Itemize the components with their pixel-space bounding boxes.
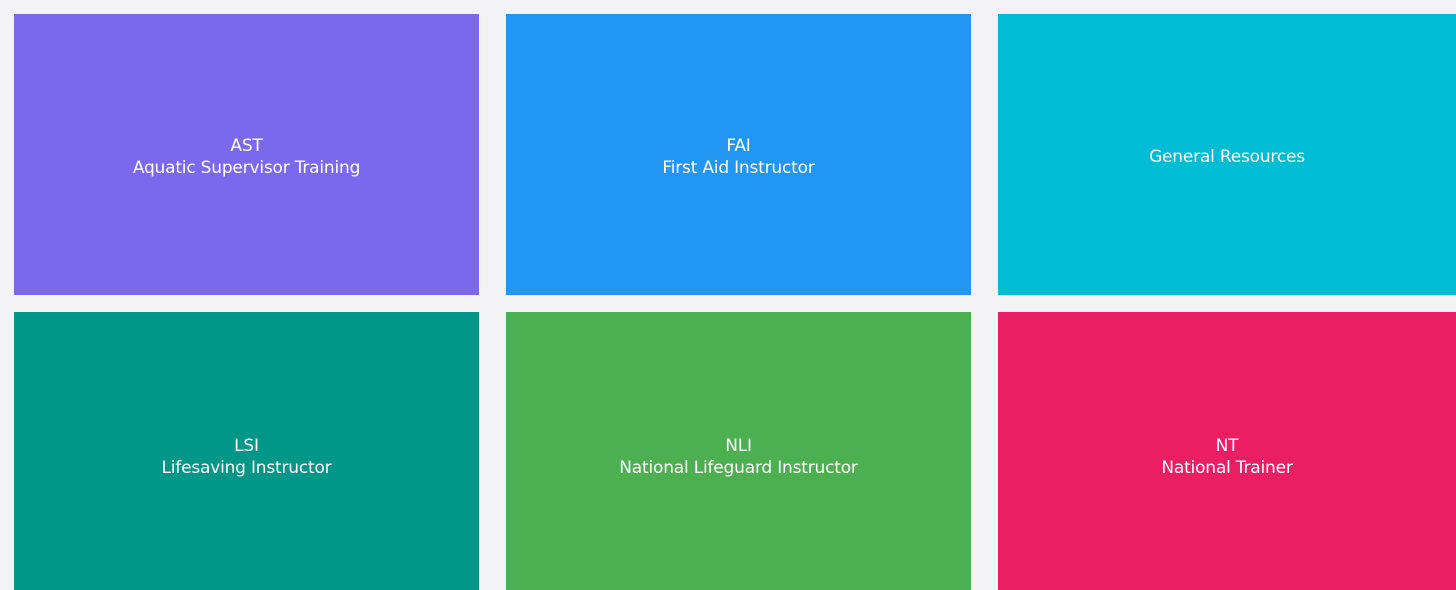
tile-code: FAI (726, 135, 751, 156)
tile-title: National Trainer (1161, 458, 1293, 478)
tile-nli[interactable]: NLI National Lifeguard Instructor (506, 312, 971, 590)
tile-ast[interactable]: AST Aquatic Supervisor Training (14, 14, 479, 295)
tile-title: National Lifeguard Instructor (619, 458, 858, 478)
tile-text: AST Aquatic Supervisor Training (132, 135, 361, 179)
tile-lsi[interactable]: LSI Lifesaving Instructor (14, 312, 479, 590)
tile-title: General Resources (1149, 146, 1305, 167)
tile-title: First Aid Instructor (662, 157, 815, 178)
tile-code: AST (230, 135, 263, 156)
resource-tile-grid: AST Aquatic Supervisor Training FAI Firs… (0, 0, 1456, 590)
tile-fai[interactable]: FAI First Aid Instructor (506, 14, 971, 295)
tile-title: Aquatic Supervisor Training (132, 157, 361, 178)
tile-code: NT (1215, 436, 1239, 456)
tile-text: General Resources (1149, 146, 1305, 168)
tile-code: NLI (725, 436, 752, 456)
tile-text: LSI Lifesaving Instructor (162, 435, 332, 479)
tile-text: NLI National Lifeguard Instructor (619, 435, 858, 479)
tile-code: LSI (234, 436, 259, 456)
tile-title: Lifesaving Instructor (161, 458, 332, 478)
tile-nt[interactable]: NT National Trainer (998, 312, 1456, 590)
tile-text: FAI First Aid Instructor (662, 135, 814, 179)
tile-text: NT National Trainer (1161, 435, 1292, 479)
tile-general-resources[interactable]: General Resources (998, 14, 1456, 295)
